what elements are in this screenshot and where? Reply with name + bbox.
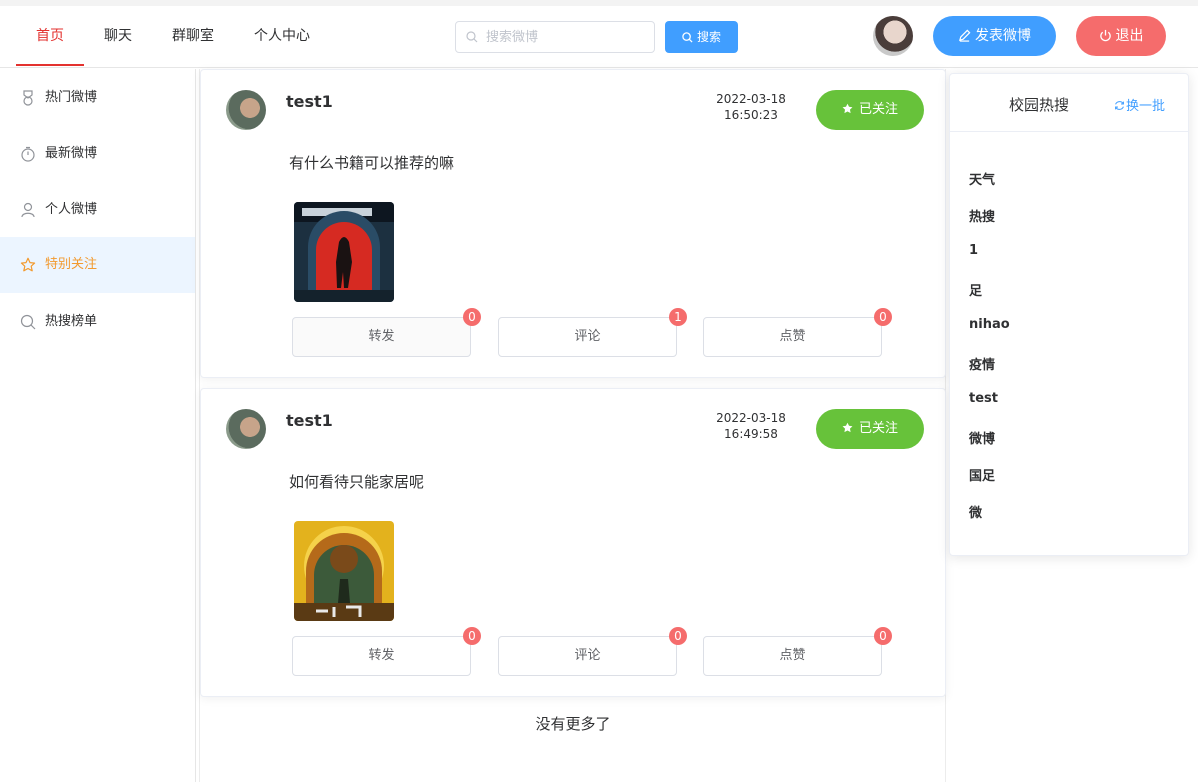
- weibo-card: test1 2022-03-18 16:49:58 已关注 如何看待只能家居呢 …: [200, 388, 946, 697]
- post-time: 16:49:58: [724, 427, 778, 441]
- comment-button[interactable]: 评论 1: [498, 308, 687, 357]
- post-username[interactable]: test1: [286, 92, 333, 111]
- medal-icon: [23, 90, 33, 106]
- sidebar-item-label: 最新微博: [45, 146, 98, 161]
- hot-search-header: 校园热搜 换一批: [950, 74, 1188, 132]
- hot-search-item[interactable]: 热搜: [969, 206, 995, 225]
- post-username[interactable]: test1: [286, 411, 333, 430]
- feed-end-text: 没有更多了: [535, 715, 611, 733]
- book-cover-yellow-icon[interactable]: [294, 521, 394, 621]
- search-button[interactable]: 搜索: [665, 21, 738, 53]
- like-count-badge: 0: [874, 308, 892, 326]
- avatar[interactable]: [226, 409, 266, 449]
- top-navbar: 首页 聊天 群聊室 个人中心 搜索 发表微博 退出: [0, 6, 1198, 68]
- hot-search-item[interactable]: 微博: [969, 428, 995, 447]
- like-label: 点赞: [779, 329, 806, 344]
- repost-count-badge: 0: [463, 627, 481, 645]
- sidebar-item-special-follow[interactable]: 特别关注: [0, 237, 195, 293]
- star-icon: [842, 422, 853, 433]
- like-button[interactable]: 点赞 0: [703, 308, 892, 357]
- stopwatch-icon: [21, 146, 35, 162]
- sidebar-item-hot-search-list[interactable]: 热搜榜单: [0, 294, 195, 350]
- followed-label: 已关注: [858, 421, 898, 436]
- nav-item-home[interactable]: 首页: [16, 6, 84, 66]
- weibo-feed: test1 2022-03-18 16:50:23 已关注 有什么书籍可以推荐的…: [199, 69, 946, 782]
- sidebar-item-label: 个人微博: [45, 202, 98, 217]
- nav-item-chat[interactable]: 聊天: [104, 6, 132, 66]
- sidebar-item-latest-weibo[interactable]: 最新微博: [0, 126, 195, 182]
- hot-search-item[interactable]: 微: [969, 502, 982, 521]
- refresh-button[interactable]: 换一批: [1114, 95, 1165, 114]
- post-timestamp: 2022-03-18 16:50:23: [706, 91, 796, 123]
- repost-label: 转发: [368, 329, 395, 344]
- star-icon: [842, 103, 853, 114]
- hot-search-item[interactable]: 疫情: [969, 354, 995, 373]
- repost-label: 转发: [368, 648, 395, 663]
- sidebar-item-hot-weibo[interactable]: 热门微博: [0, 70, 195, 126]
- search-icon: [682, 32, 693, 43]
- comment-label: 评论: [574, 329, 601, 344]
- comment-count-badge: 1: [669, 308, 687, 326]
- nav-item-group-chat[interactable]: 群聊室: [172, 6, 214, 66]
- star-icon: [20, 257, 36, 272]
- logout-button[interactable]: 退出: [1076, 16, 1166, 56]
- post-timestamp: 2022-03-18 16:49:58: [706, 410, 796, 442]
- hot-search-item[interactable]: nihao: [969, 317, 1010, 332]
- like-button[interactable]: 点赞 0: [703, 627, 892, 676]
- repost-button[interactable]: 转发 0: [292, 308, 481, 357]
- sidebar-item-label: 特别关注: [45, 257, 98, 272]
- repost-button[interactable]: 转发 0: [292, 627, 481, 676]
- post-content: 如何看待只能家居呢: [289, 473, 425, 491]
- post-date: 2022-03-18: [716, 92, 786, 106]
- sidebar-item-label: 热门微博: [45, 90, 98, 105]
- user-icon: [21, 202, 35, 218]
- comment-button[interactable]: 评论 0: [498, 627, 687, 676]
- search-box: [455, 21, 655, 53]
- avatar[interactable]: [226, 90, 266, 130]
- hot-search-item[interactable]: 1: [969, 243, 978, 258]
- book-cover-red-icon[interactable]: [294, 202, 394, 302]
- sidebar-item-label: 热搜榜单: [45, 314, 98, 329]
- followed-button[interactable]: 已关注: [816, 409, 924, 449]
- search-icon: [466, 31, 478, 43]
- hot-search-title: 校园热搜: [1009, 96, 1070, 114]
- search-button-label: 搜索: [696, 30, 721, 44]
- hot-search-item[interactable]: 天气: [969, 169, 995, 188]
- sidebar: 热门微博 最新微博 个人微博 特别关注 热搜榜单: [0, 69, 196, 782]
- repost-count-badge: 0: [463, 308, 481, 326]
- user-avatar[interactable]: [873, 16, 913, 56]
- edit-icon: [958, 29, 971, 42]
- like-count-badge: 0: [874, 627, 892, 645]
- comment-label: 评论: [574, 648, 601, 663]
- post-weibo-label: 发表微博: [975, 28, 1031, 44]
- search-input[interactable]: [486, 22, 646, 52]
- comment-count-badge: 0: [669, 627, 687, 645]
- hot-search-item[interactable]: 国足: [969, 465, 995, 484]
- sidebar-item-personal-weibo[interactable]: 个人微博: [0, 182, 195, 238]
- like-label: 点赞: [779, 648, 806, 663]
- post-date: 2022-03-18: [716, 411, 786, 425]
- followed-label: 已关注: [858, 102, 898, 117]
- post-weibo-button[interactable]: 发表微博: [933, 16, 1056, 56]
- weibo-card: test1 2022-03-18 16:50:23 已关注 有什么书籍可以推荐的…: [200, 69, 946, 378]
- search-icon: [20, 314, 36, 330]
- post-time: 16:50:23: [724, 108, 778, 122]
- hot-search-item[interactable]: test: [969, 391, 998, 406]
- followed-button[interactable]: 已关注: [816, 90, 924, 130]
- logout-label: 退出: [1115, 28, 1144, 44]
- campus-hot-search-panel: 校园热搜 换一批 天气 热搜 1 足 nihao 疫情 test 微博 国足 微: [949, 73, 1189, 556]
- hot-search-item[interactable]: 足: [969, 280, 982, 299]
- post-content: 有什么书籍可以推荐的嘛: [289, 154, 455, 172]
- refresh-icon: [1115, 101, 1124, 110]
- refresh-label: 换一批: [1126, 99, 1166, 114]
- power-icon: [1099, 29, 1111, 42]
- nav-item-personal-center[interactable]: 个人中心: [254, 6, 310, 66]
